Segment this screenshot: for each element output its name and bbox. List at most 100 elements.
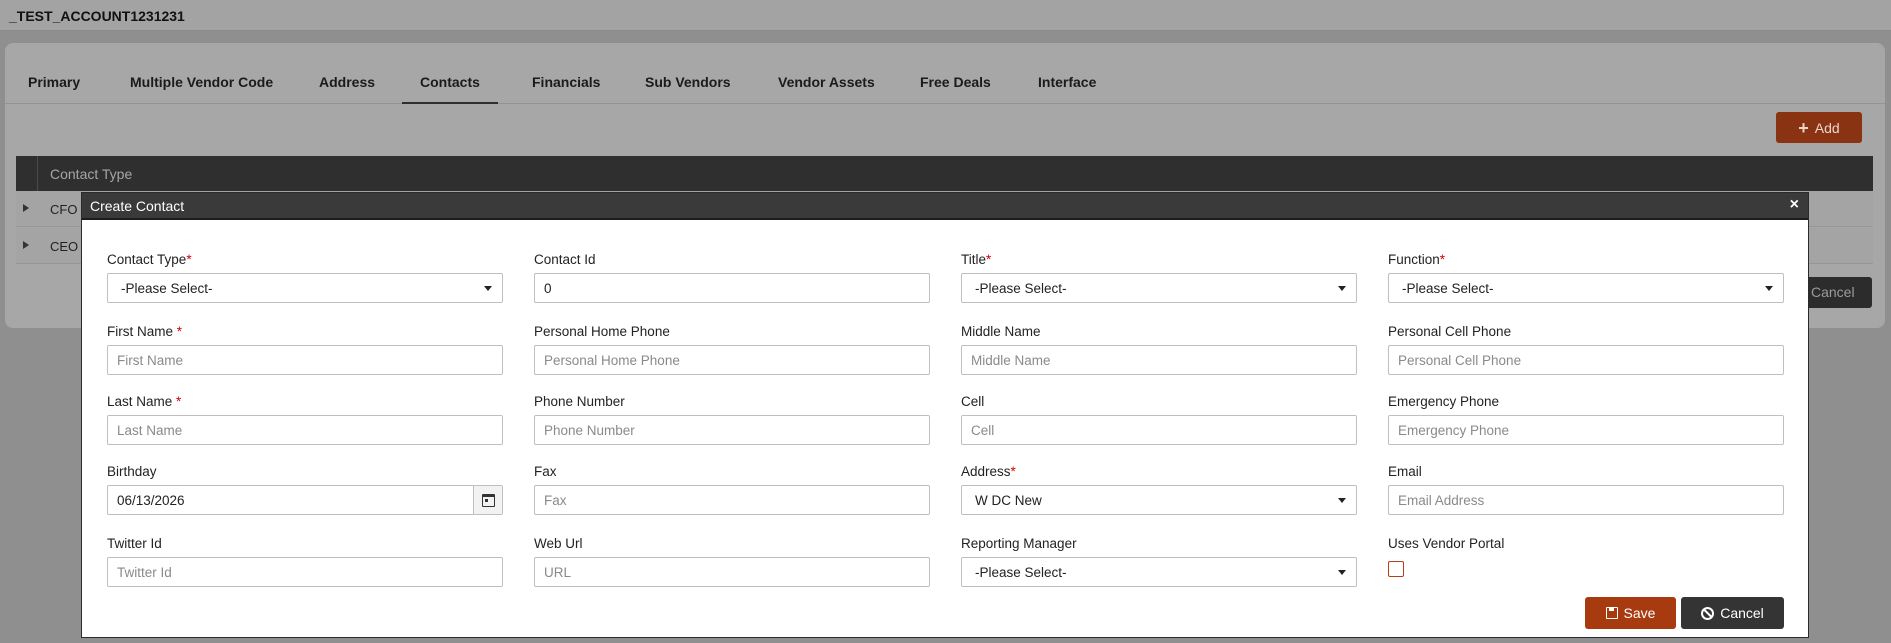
modal-header: Create Contact × xyxy=(82,193,1808,220)
email-label: Email xyxy=(1388,464,1422,479)
first-name-field: First Name * xyxy=(107,324,503,375)
phone-number-input[interactable] xyxy=(535,416,929,444)
emergency-phone-input[interactable] xyxy=(1389,416,1783,444)
contact-type-field: Contact Type* -Please Select- xyxy=(107,252,503,303)
save-button[interactable]: Save xyxy=(1585,597,1676,629)
chevron-down-icon xyxy=(1338,286,1346,291)
first-name-control xyxy=(107,345,503,375)
personal-cell-phone-input[interactable] xyxy=(1389,346,1783,374)
last-name-field: Last Name * xyxy=(107,394,503,445)
contact-type-value: -Please Select- xyxy=(121,281,213,296)
function-field: Function* -Please Select- xyxy=(1388,252,1784,303)
cell-input[interactable] xyxy=(962,416,1356,444)
address-field: Address* W DC New xyxy=(961,464,1357,515)
address-select[interactable]: W DC New xyxy=(961,485,1357,515)
title-select[interactable]: -Please Select- xyxy=(961,273,1357,303)
save-button-label: Save xyxy=(1623,605,1656,621)
fax-label: Fax xyxy=(534,464,557,479)
modal-title: Create Contact xyxy=(90,198,185,214)
contact-id-label: Contact Id xyxy=(534,252,596,267)
cell-contact-type: CFO xyxy=(50,202,78,217)
middle-name-control xyxy=(961,345,1357,375)
last-name-input[interactable] xyxy=(108,416,502,444)
birthday-control xyxy=(107,485,503,515)
create-contact-modal: Create Contact × Contact Type* -Please S… xyxy=(81,192,1809,638)
middle-name-input[interactable] xyxy=(962,346,1356,374)
email-control xyxy=(1388,485,1784,515)
close-icon[interactable]: × xyxy=(1790,196,1799,214)
personal-home-phone-input[interactable] xyxy=(535,346,929,374)
address-value: W DC New xyxy=(975,493,1042,508)
column-header-contact-type[interactable]: Contact Type xyxy=(50,166,132,182)
tab-free-deals[interactable]: Free Deals xyxy=(902,71,1009,104)
twitter-id-field: Twitter Id xyxy=(107,536,503,587)
fax-input[interactable] xyxy=(535,486,929,514)
function-label: Function* xyxy=(1388,252,1446,267)
reporting-manager-value: -Please Select- xyxy=(975,565,1067,580)
tab-address[interactable]: Address xyxy=(301,71,393,104)
first-name-label: First Name * xyxy=(107,324,183,339)
personal-cell-phone-label: Personal Cell Phone xyxy=(1388,324,1512,339)
account-bar: _TEST_ACCOUNT1231231 xyxy=(0,0,1891,31)
account-name: _TEST_ACCOUNT1231231 xyxy=(9,8,185,24)
contacts-grid-header: Contact Type xyxy=(16,156,1873,191)
add-contact-button[interactable]: + Add xyxy=(1776,112,1862,143)
reporting-manager-field: Reporting Manager -Please Select- xyxy=(961,536,1357,587)
first-name-input[interactable] xyxy=(108,346,502,374)
contact-id-input[interactable] xyxy=(535,274,929,302)
cell-label: Cell xyxy=(961,394,985,409)
emergency-phone-control xyxy=(1388,415,1784,445)
tab-multiple-vendor-code[interactable]: Multiple Vendor Code xyxy=(112,71,291,104)
personal-cell-phone-field: Personal Cell Phone xyxy=(1388,324,1784,375)
title-field: Title* -Please Select- xyxy=(961,252,1357,303)
cell-contact-type: CEO xyxy=(50,239,79,254)
reporting-manager-select[interactable]: -Please Select- xyxy=(961,557,1357,587)
web-url-control xyxy=(534,557,930,587)
tab-sub-vendors[interactable]: Sub Vendors xyxy=(627,71,749,104)
add-button-label: Add xyxy=(1814,119,1840,136)
tab-interface[interactable]: Interface xyxy=(1020,71,1114,104)
cancel-button[interactable]: Cancel xyxy=(1681,597,1784,629)
contact-id-control xyxy=(534,273,930,303)
tab-bar: Primary Multiple Vendor Code Address Con… xyxy=(5,43,1885,104)
email-field: Email xyxy=(1388,464,1784,515)
contact-type-select[interactable]: -Please Select- xyxy=(107,273,503,303)
birthday-label: Birthday xyxy=(107,464,157,479)
birthday-field: Birthday xyxy=(107,464,503,515)
uses-vendor-portal-checkbox[interactable] xyxy=(1388,561,1404,577)
title-label: Title* xyxy=(961,252,992,267)
middle-name-label: Middle Name xyxy=(961,324,1041,339)
twitter-id-input[interactable] xyxy=(108,558,502,586)
phone-number-control xyxy=(534,415,930,445)
contact-type-label: Contact Type* xyxy=(107,252,192,267)
personal-home-phone-label: Personal Home Phone xyxy=(534,324,670,339)
cancel-button-label: Cancel xyxy=(1720,605,1764,621)
plus-icon: + xyxy=(1798,117,1809,138)
chevron-down-icon xyxy=(1338,498,1346,503)
uses-vendor-portal-label: Uses Vendor Portal xyxy=(1388,536,1505,551)
expand-arrow-icon[interactable] xyxy=(23,241,29,249)
ban-icon xyxy=(1701,606,1715,620)
fax-control xyxy=(534,485,930,515)
middle-name-field: Middle Name xyxy=(961,324,1357,375)
function-select[interactable]: -Please Select- xyxy=(1388,273,1784,303)
tab-primary[interactable]: Primary xyxy=(10,71,98,104)
email-input[interactable] xyxy=(1389,486,1783,514)
calendar-button[interactable] xyxy=(473,486,502,514)
expand-arrow-icon[interactable] xyxy=(23,204,29,212)
chevron-down-icon xyxy=(1765,286,1773,291)
tab-contacts[interactable]: Contacts xyxy=(402,71,498,104)
chevron-down-icon xyxy=(484,286,492,291)
expand-column-header xyxy=(16,156,38,191)
background-cancel-button[interactable]: Cancel xyxy=(1800,277,1872,308)
personal-cell-phone-control xyxy=(1388,345,1784,375)
tab-financials[interactable]: Financials xyxy=(514,71,618,104)
web-url-field: Web Url xyxy=(534,536,930,587)
web-url-input[interactable] xyxy=(535,558,929,586)
last-name-control xyxy=(107,415,503,445)
birthday-input[interactable] xyxy=(108,486,502,514)
emergency-phone-label: Emergency Phone xyxy=(1388,394,1500,409)
tab-vendor-assets[interactable]: Vendor Assets xyxy=(760,71,893,104)
chevron-down-icon xyxy=(1338,570,1346,575)
twitter-id-label: Twitter Id xyxy=(107,536,162,551)
